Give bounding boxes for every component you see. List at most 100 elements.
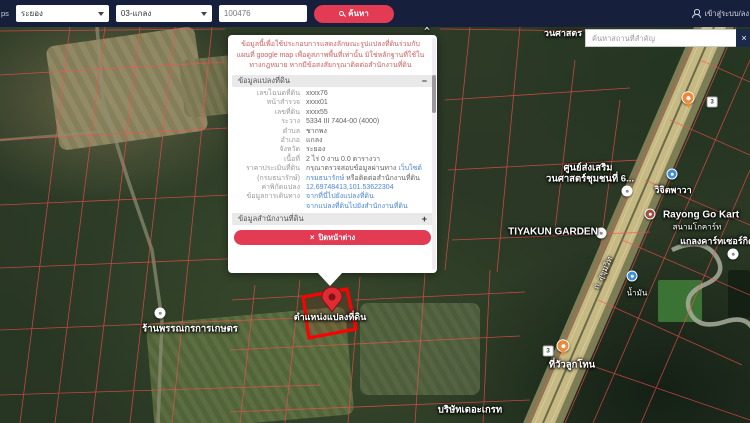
parcel-detail-row: เลขที่ดินxxxx55 xyxy=(232,108,431,117)
detail-label: ข้อมูลการเดินทาง xyxy=(232,192,306,211)
detail-text: ระยอง xyxy=(306,146,325,153)
map-label: แกลงคาร์ทเซอร์กิต xyxy=(680,234,750,248)
parcel-details: เลขโฉนดที่ดินxxxx76หน้าสำรวจxxxx01เลขที่… xyxy=(232,89,431,211)
close-window-label: ปิดหน้าต่าง xyxy=(319,232,356,244)
poi-marker[interactable] xyxy=(667,169,678,180)
map-label: วนศาสตร์ชุมชนที่ 6... xyxy=(546,172,634,187)
close-icon: × xyxy=(310,233,315,242)
detail-value: xxxx76 xyxy=(306,89,431,98)
province-select[interactable]: ระยอง xyxy=(16,5,109,22)
parcel-number-input[interactable] xyxy=(219,5,307,22)
detail-text: ชากพง xyxy=(306,128,327,135)
popup-close-icon[interactable]: × xyxy=(424,27,430,34)
section-office-info-header[interactable]: ข้อมูลสำนักงานที่ดิน + xyxy=(232,213,433,225)
detail-value: แกลง xyxy=(306,136,431,145)
chevron-down-icon xyxy=(201,12,207,16)
user-icon xyxy=(692,9,701,18)
parcel-detail-row: หน้าสำรวจxxxx01 xyxy=(232,98,431,107)
topbar: ps ระยอง 03-แกลง ค้นหา เข้าสู่ระบบ/ลง xyxy=(0,0,750,27)
chevron-down-icon xyxy=(98,12,104,16)
district-select[interactable]: 03-แกลง xyxy=(116,5,212,22)
poi-marker[interactable] xyxy=(627,271,638,282)
search-icon xyxy=(339,11,344,16)
detail-label: ราคาประเมินที่ดิน (กรมธนารักษ์) xyxy=(232,164,306,183)
province-select-value: ระยอง xyxy=(21,7,43,20)
parcel-detail-row: จังหวัดระยอง xyxy=(232,145,431,154)
parcel-detail-row: อำเภอแกลง xyxy=(232,136,431,145)
detail-label: ระวาง xyxy=(232,117,306,126)
map-label: น้ำมัน xyxy=(627,287,648,300)
detail-value: ชากพง xyxy=(306,127,431,136)
app-root: ps ระยอง 03-แกลง ค้นหา เข้าสู่ระบบ/ลง xyxy=(0,0,750,423)
detail-text: กรุณาตรวจสอบข้อมูลผ่านทาง xyxy=(306,165,398,172)
detail-value: 12.69748413,101.53622304 xyxy=(306,183,431,192)
section-parcel-info-title: ข้อมูลแปลงที่ดิน xyxy=(238,75,290,87)
map-label: ตำแหน่งแปลงที่ดิน xyxy=(294,310,367,324)
map-canvas[interactable]: วนศาสตรศูนย์ส่งเสริมวนศาสตร์ชุมชนที่ 6..… xyxy=(0,27,750,423)
detail-link[interactable]: จากที่นี่ไปยังแปลงที่ดิน xyxy=(306,193,374,200)
detail-link[interactable]: จากแปลงที่ดินไปยังสำนักงานที่ดิน xyxy=(306,203,408,210)
detail-value: xxxx55 xyxy=(306,108,431,117)
topbar-prefix-label: ps xyxy=(1,9,9,18)
detail-text: 5334 III 7404-00 (4000) xyxy=(306,118,379,125)
map-label: TIYAKUN GARDEN xyxy=(508,227,598,238)
map-label: ที่วัวลูกโทน xyxy=(549,358,595,373)
map-search-close-button[interactable]: × xyxy=(736,29,750,47)
search-button[interactable]: ค้นหา xyxy=(314,5,394,23)
detail-text: xxxx76 xyxy=(306,90,328,97)
detail-text: xxxx01 xyxy=(306,99,328,106)
route-shield-marker: 3 xyxy=(707,97,718,108)
detail-value: 2 ไร่ 0 งาน 0.0 ตารางวา xyxy=(306,155,431,164)
parcel-info-popup: ข้อมูลนี้เพื่อใช้ประกอบการแสดงลักษณะรูปแ… xyxy=(228,35,437,273)
search-button-label: ค้นหา xyxy=(348,7,369,20)
parcel-detail-row: เลขโฉนดที่ดินxxxx76 xyxy=(232,89,431,98)
detail-label: ตำบล xyxy=(232,127,306,136)
poi-marker[interactable] xyxy=(728,249,739,260)
route-shield-marker: 3 xyxy=(543,346,554,357)
popup-tail xyxy=(317,272,343,286)
poi-pin-marker[interactable] xyxy=(682,91,695,104)
login-link[interactable]: เข้าสู่ระบบ/ลง xyxy=(692,0,750,27)
detail-text: หรือติดต่อสำนักงานที่ดิน xyxy=(344,175,420,182)
detail-value: ระยอง xyxy=(306,145,431,154)
popup-scrollbar[interactable] xyxy=(432,38,436,270)
detail-label: อำเภอ xyxy=(232,136,306,145)
detail-value: 5334 III 7404-00 (4000) xyxy=(306,117,431,126)
collapse-icon: − xyxy=(422,76,427,86)
expand-icon: + xyxy=(422,214,427,224)
login-label: เข้าสู่ระบบ/ลง xyxy=(705,8,749,20)
parcel-detail-row: ข้อมูลการเดินทางจากที่นี่ไปยังแปลงที่ดิน… xyxy=(232,192,431,211)
close-icon: × xyxy=(741,33,746,43)
detail-value: จากที่นี่ไปยังแปลงที่ดินจากแปลงที่ดินไปย… xyxy=(306,192,431,211)
map-label: สนามโกคาร์ท xyxy=(673,221,722,234)
poi-marker[interactable] xyxy=(645,209,656,220)
detail-label: หน้าสำรวจ xyxy=(232,98,306,107)
detail-label: เนื้อที่ xyxy=(232,155,306,164)
poi-pin-marker[interactable] xyxy=(557,339,570,352)
detail-link[interactable]: 12.69748413,101.53622304 xyxy=(306,184,394,191)
detail-label: เลขโฉนดที่ดิน xyxy=(232,89,306,98)
detail-text: xxxx55 xyxy=(306,109,328,116)
parcel-detail-row: ตำบลชากพง xyxy=(232,127,431,136)
parcel-detail-row: ค่าพิกัดแปลง12.69748413,101.53622304 xyxy=(232,183,431,192)
parcel-detail-row: ระวาง5334 III 7404-00 (4000) xyxy=(232,117,431,126)
detail-value: กรุณาตรวจสอบข้อมูลผ่านทาง เว็บไซต์กรมธนา… xyxy=(306,164,431,183)
map-label: Rayong Go Kart xyxy=(663,210,739,221)
detail-label: ค่าพิกัดแปลง xyxy=(232,183,306,192)
scrollbar-thumb[interactable] xyxy=(432,75,436,113)
disclaimer-text: ข้อมูลนี้เพื่อใช้ประกอบการแสดงลักษณะรูปแ… xyxy=(236,40,425,72)
parcel-detail-row: ราคาประเมินที่ดิน (กรมธนารักษ์)กรุณาตรวจ… xyxy=(232,164,431,183)
section-office-info-title: ข้อมูลสำนักงานที่ดิน xyxy=(238,213,304,225)
poi-marker[interactable] xyxy=(155,308,166,319)
section-parcel-info-header[interactable]: ข้อมูลแปลงที่ดิน − xyxy=(232,75,433,87)
map-label: วิจิตพาวา xyxy=(654,183,691,197)
map-search-box: × xyxy=(585,29,750,47)
detail-text: แกลง xyxy=(306,137,322,144)
map-search-input[interactable] xyxy=(585,29,736,47)
map-label: ร้านพรรณกรการเกษตร xyxy=(142,322,238,337)
map-label: บริษัทเดอะเกรท xyxy=(438,403,502,418)
close-window-button[interactable]: × ปิดหน้าต่าง xyxy=(234,230,431,245)
parcel-detail-row: เนื้อที่2 ไร่ 0 งาน 0.0 ตารางวา xyxy=(232,155,431,164)
detail-text: 2 ไร่ 0 งาน 0.0 ตารางวา xyxy=(306,156,380,163)
poi-marker[interactable] xyxy=(622,186,633,197)
